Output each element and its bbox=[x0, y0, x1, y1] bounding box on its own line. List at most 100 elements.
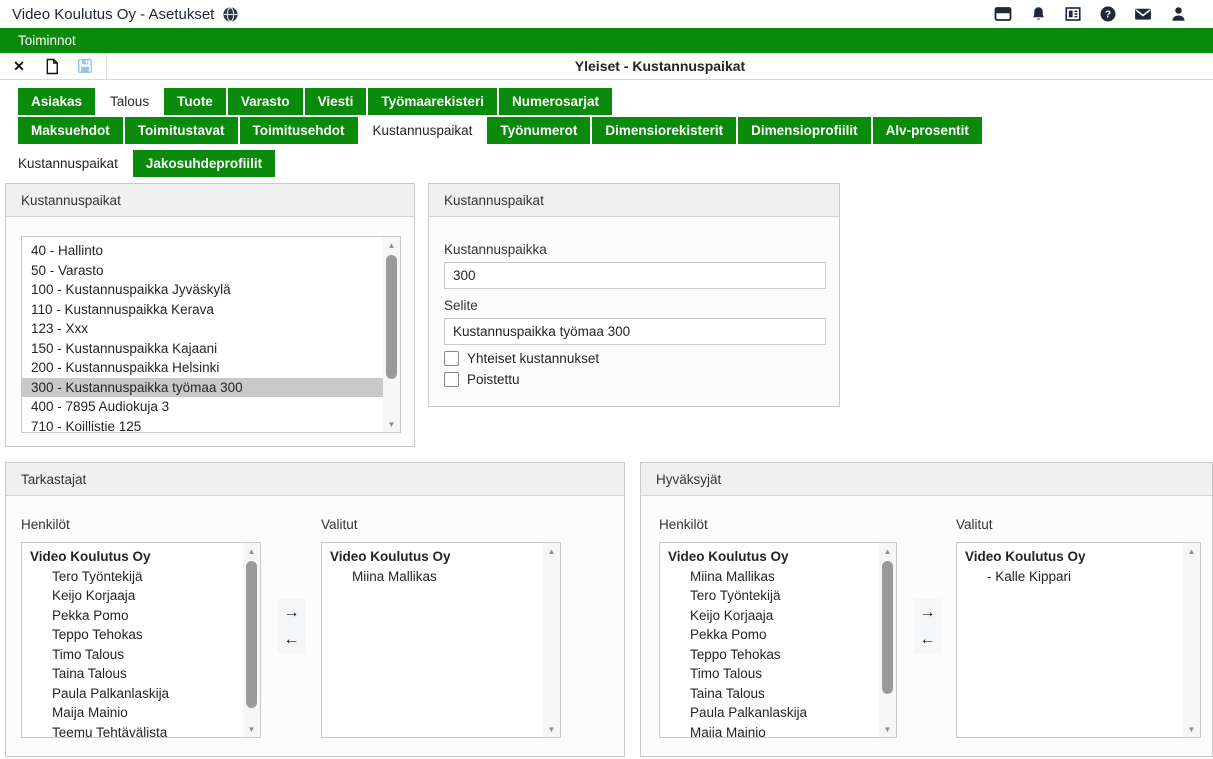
scrollbar[interactable]: ▲ ▼ bbox=[243, 543, 260, 737]
cost-center-item[interactable]: 150 - Kustannuspaikka Kajaani bbox=[22, 339, 383, 359]
news-icon[interactable] bbox=[1064, 5, 1082, 23]
person-item[interactable]: Video Koulutus Oy bbox=[660, 547, 879, 567]
scrollbar-thumb[interactable] bbox=[386, 255, 397, 379]
kustannuspaikka-input[interactable] bbox=[444, 262, 826, 289]
person-item[interactable]: Keijo Korjaaja bbox=[22, 586, 243, 606]
poistettu-checkbox[interactable] bbox=[444, 372, 459, 387]
cost-center-item[interactable]: 300 - Kustannuspaikka työmaa 300 bbox=[22, 378, 383, 398]
person-item[interactable]: Miina Mallikas bbox=[660, 567, 879, 587]
scroll-up-icon[interactable]: ▲ bbox=[1183, 543, 1200, 559]
selite-input[interactable] bbox=[444, 318, 826, 345]
toolbar: ✕ Yleiset - Kustannuspaikat bbox=[0, 53, 1213, 80]
move-right-button[interactable]: → bbox=[278, 599, 305, 626]
person-item[interactable]: Teppo Tehokas bbox=[22, 625, 243, 645]
cost-center-item[interactable]: 100 - Kustannuspaikka Jyväskylä bbox=[22, 280, 383, 300]
user-icon[interactable] bbox=[1169, 5, 1187, 23]
scrollbar[interactable]: ▲ ▼ bbox=[543, 543, 560, 737]
bell-icon[interactable] bbox=[1029, 5, 1047, 23]
person-item[interactable]: Pekka Pomo bbox=[660, 625, 879, 645]
tab[interactable]: Jakosuhdeprofiilit bbox=[133, 150, 275, 177]
scroll-down-icon[interactable]: ▼ bbox=[879, 721, 896, 737]
tab[interactable]: Tuote bbox=[164, 88, 226, 115]
person-item[interactable]: - Kalle Kippari bbox=[957, 567, 1183, 587]
tab[interactable]: Maksuehdot bbox=[18, 117, 123, 144]
scroll-up-icon[interactable]: ▲ bbox=[383, 237, 400, 253]
person-item[interactable]: Video Koulutus Oy bbox=[957, 547, 1183, 567]
scrollbar[interactable]: ▲ ▼ bbox=[1183, 543, 1200, 737]
tab[interactable]: Toimitusehdot bbox=[240, 117, 358, 144]
scrollbar[interactable]: ▲ ▼ bbox=[383, 237, 400, 432]
person-item[interactable]: Video Koulutus Oy bbox=[322, 547, 543, 567]
menu-toiminnot[interactable]: Toiminnot bbox=[0, 33, 94, 48]
cost-center-item[interactable]: 50 - Varasto bbox=[22, 261, 383, 281]
new-document-button[interactable] bbox=[43, 57, 61, 75]
move-left-button[interactable]: ← bbox=[914, 626, 941, 653]
person-item[interactable]: Timo Talous bbox=[660, 664, 879, 684]
person-item[interactable]: Taina Talous bbox=[22, 664, 243, 684]
tab[interactable]: Asiakas bbox=[18, 88, 95, 115]
scroll-up-icon[interactable]: ▲ bbox=[243, 543, 260, 559]
new-document-icon bbox=[45, 58, 59, 75]
tab[interactable]: Työmaarekisteri bbox=[368, 88, 497, 115]
window-icon[interactable] bbox=[994, 5, 1012, 23]
poistettu-row: Poistettu bbox=[444, 372, 520, 387]
scrollbar[interactable]: ▲ ▼ bbox=[879, 543, 896, 737]
person-item[interactable]: Paula Palkanlaskija bbox=[660, 703, 879, 723]
person-item[interactable]: Tero Työntekijä bbox=[660, 586, 879, 606]
help-icon[interactable]: ? bbox=[1099, 5, 1117, 23]
scroll-down-icon[interactable]: ▼ bbox=[383, 416, 400, 432]
tab-row-talous: MaksuehdotToimitustavatToimitusehdotKust… bbox=[18, 117, 982, 144]
tab[interactable]: Kustannuspaikat bbox=[5, 150, 131, 177]
move-right-button[interactable]: → bbox=[914, 599, 941, 626]
tab[interactable]: Talous bbox=[97, 88, 162, 115]
cost-center-item[interactable]: 40 - Hallinto bbox=[22, 241, 383, 261]
scroll-down-icon[interactable]: ▼ bbox=[543, 721, 560, 737]
person-item[interactable]: Paula Palkanlaskija bbox=[22, 684, 243, 704]
scroll-down-icon[interactable]: ▼ bbox=[1183, 721, 1200, 737]
cost-center-item[interactable]: 123 - Xxx bbox=[22, 319, 383, 339]
person-item[interactable]: Pekka Pomo bbox=[22, 606, 243, 626]
person-item[interactable]: Timo Talous bbox=[22, 645, 243, 665]
close-button[interactable]: ✕ bbox=[10, 57, 28, 75]
tarkastajat-henkilot-listbox: Video Koulutus OyTero TyöntekijäKeijo Ko… bbox=[21, 542, 261, 738]
tab[interactable]: Kustannuspaikat bbox=[360, 117, 486, 144]
person-item[interactable]: Maija Mainio bbox=[22, 703, 243, 723]
save-button[interactable] bbox=[76, 57, 94, 75]
tab[interactable]: Viesti bbox=[305, 88, 367, 115]
person-item[interactable]: Taina Talous bbox=[660, 684, 879, 704]
scroll-down-icon[interactable]: ▼ bbox=[243, 721, 260, 737]
tab[interactable]: Alv-prosentit bbox=[873, 117, 982, 144]
tab[interactable]: Työnumerot bbox=[487, 117, 590, 144]
yhteiset-kustannukset-row: Yhteiset kustannukset bbox=[444, 351, 599, 366]
move-left-button[interactable]: ← bbox=[278, 626, 305, 653]
panel-title: Kustannuspaikat bbox=[429, 184, 839, 217]
cost-centers-panel: Kustannuspaikat 40 - Hallinto50 - Varast… bbox=[5, 183, 415, 447]
cost-centers-listbox: 40 - Hallinto50 - Varasto100 - Kustannus… bbox=[21, 236, 401, 433]
person-item[interactable]: Tero Työntekijä bbox=[22, 567, 243, 587]
cost-center-item[interactable]: 400 - 7895 Audiokuja 3 bbox=[22, 397, 383, 417]
person-item[interactable]: Maija Mainio bbox=[660, 723, 879, 738]
tab[interactable]: Numerosarjat bbox=[499, 88, 612, 115]
scroll-up-icon[interactable]: ▲ bbox=[879, 543, 896, 559]
yhteiset-kustannukset-checkbox[interactable] bbox=[444, 351, 459, 366]
tab[interactable]: Toimitustavat bbox=[125, 117, 238, 144]
globe-icon[interactable] bbox=[222, 6, 239, 23]
person-item[interactable]: Miina Mallikas bbox=[322, 567, 543, 587]
kustannuspaikka-label: Kustannuspaikka bbox=[444, 242, 547, 257]
mail-icon[interactable] bbox=[1134, 5, 1152, 23]
hyvaksyjat-valitut-listbox: Video Koulutus Oy- Kalle Kippari ▲ ▼ bbox=[956, 542, 1201, 738]
scroll-up-icon[interactable]: ▲ bbox=[543, 543, 560, 559]
person-item[interactable]: Teppo Tehokas bbox=[660, 645, 879, 665]
person-item[interactable]: Video Koulutus Oy bbox=[22, 547, 243, 567]
scrollbar-thumb[interactable] bbox=[882, 561, 893, 694]
tab[interactable]: Dimensioprofiilit bbox=[738, 117, 871, 144]
cost-center-item[interactable]: 110 - Kustannuspaikka Kerava bbox=[22, 300, 383, 320]
person-item[interactable]: Keijo Korjaaja bbox=[660, 606, 879, 626]
cost-center-item[interactable]: 710 - Koillistie 125 bbox=[22, 417, 383, 433]
tab[interactable]: Dimensiorekisterit bbox=[592, 117, 736, 144]
henkilot-label: Henkilöt bbox=[659, 517, 708, 532]
scrollbar-thumb[interactable] bbox=[246, 561, 257, 708]
tab[interactable]: Varasto bbox=[228, 88, 303, 115]
person-item[interactable]: Teemu Tehtävälista bbox=[22, 723, 243, 738]
cost-center-item[interactable]: 200 - Kustannuspaikka Helsinki bbox=[22, 358, 383, 378]
